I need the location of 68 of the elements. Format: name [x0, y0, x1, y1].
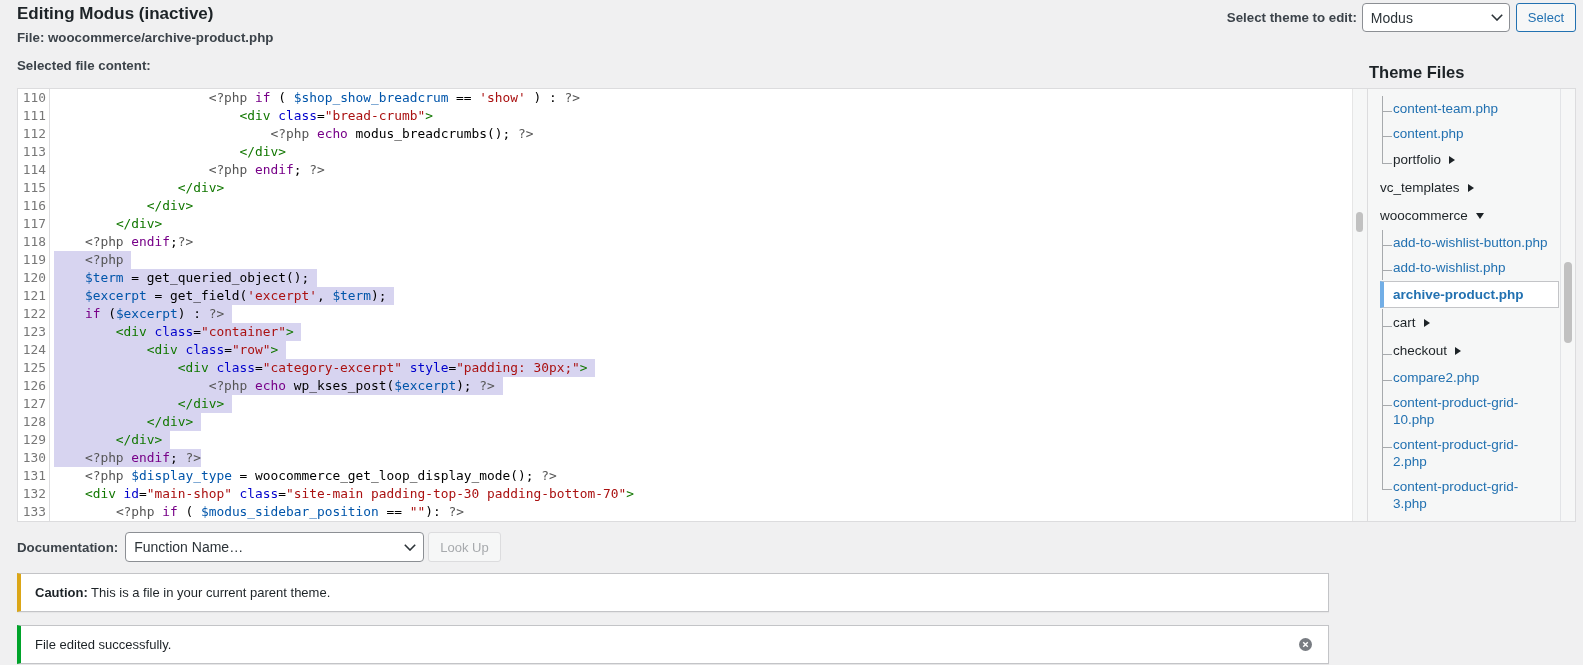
- line-number: 116: [22, 198, 46, 213]
- tree-folder[interactable]: cart: [1393, 314, 1430, 331]
- page-title: Editing Modus (inactive): [17, 4, 214, 24]
- file-path-label: File: woocommerce/archive-product.php: [17, 29, 274, 46]
- line-number: 133: [22, 504, 46, 519]
- code-line: <?php endif; ?>: [208, 161, 325, 179]
- file-link[interactable]: add-to-wishlist-button.php: [1393, 233, 1548, 251]
- line-number: 120: [22, 270, 46, 285]
- line-number: 127: [22, 396, 46, 411]
- code-line: </div>: [239, 143, 286, 161]
- code-line: <div class="bread-crumb">: [239, 107, 433, 125]
- line-number: 130: [22, 450, 46, 465]
- notice-text: Caution: This is a file in your current parent theme.: [35, 583, 331, 602]
- line-number: 129: [22, 432, 46, 447]
- file-link[interactable]: content.php: [1393, 124, 1464, 142]
- code-editor[interactable]: [17, 88, 1368, 522]
- tree-folder[interactable]: woocommerce: [1380, 207, 1484, 224]
- panel-heading: Theme Files: [1369, 62, 1465, 81]
- chevron-down-icon: [404, 543, 417, 551]
- file-link[interactable]: content-product-grid-3.php: [1393, 477, 1550, 512]
- tree-folder[interactable]: portfolio: [1393, 151, 1456, 168]
- line-number: 114: [22, 162, 46, 177]
- scrollbar-thumb[interactable]: [1563, 262, 1572, 343]
- field-label: Documentation:: [17, 539, 119, 555]
- line-number: 126: [22, 378, 46, 393]
- line-number: 119: [22, 252, 46, 267]
- notice-text: File edited successfully.: [35, 635, 172, 654]
- select-button[interactable]: Select: [1515, 3, 1576, 32]
- code-line: <?php if ( $shop_show_breadcrum == 'show' ) : ?>: [208, 89, 580, 107]
- code-line: <div id="main-shop" class="site-main padding-top-30 padding-bottom-70">: [84, 485, 634, 503]
- line-number: 110: [22, 90, 46, 105]
- code-line: <?php $display_type = woocommerce_get_loop_display_mode(); ?>: [84, 467, 557, 485]
- file-link[interactable]: add-to-wishlist.php: [1393, 258, 1506, 276]
- field-label: Select theme to edit:: [1226, 10, 1357, 25]
- line-number: 122: [22, 306, 46, 321]
- line-number: 132: [22, 486, 46, 501]
- code-line: </div>: [115, 215, 163, 233]
- function-select[interactable]: Function Name…: [125, 532, 425, 562]
- line-number: 125: [22, 360, 46, 375]
- section-label: Selected file content:: [17, 58, 151, 73]
- code-line: <?php echo modus_breadcrumbs(); ?>: [270, 125, 534, 143]
- file-link[interactable]: archive-product.php: [1380, 280, 1559, 308]
- file-link[interactable]: content-product-grid-10.php: [1393, 393, 1550, 428]
- line-number: 118: [22, 234, 46, 249]
- file-link[interactable]: content-product-grid-2.php: [1393, 435, 1550, 470]
- chevron-down-icon: [1490, 14, 1503, 21]
- close-icon[interactable]: [1299, 638, 1312, 651]
- line-number: 123: [22, 324, 46, 339]
- line-number: 121: [22, 288, 46, 303]
- tree-folder[interactable]: vc_templates: [1380, 179, 1474, 196]
- line-number: 113: [22, 144, 46, 159]
- line-number: 124: [22, 342, 46, 357]
- code-line: <?php endif;?>: [84, 233, 194, 251]
- line-number: 117: [22, 216, 46, 231]
- line-number: 111: [22, 108, 46, 123]
- scrollbar-thumb[interactable]: [1356, 212, 1363, 232]
- theme-select[interactable]: Modus: [1361, 3, 1510, 32]
- line-number: 112: [22, 126, 46, 141]
- line-number: 115: [22, 180, 46, 195]
- tree-folder[interactable]: checkout: [1393, 342, 1462, 359]
- file-link[interactable]: compare2.php: [1393, 368, 1480, 386]
- code-line: </div>: [177, 179, 225, 197]
- line-number: 131: [22, 468, 46, 483]
- code-line: <?php if ( $modus_sidebar_position == ""): ?>: [115, 503, 464, 521]
- scrollbar-track[interactable]: [1352, 89, 1367, 521]
- file-link[interactable]: content-team.php: [1393, 99, 1499, 117]
- code-line: </div>: [146, 197, 194, 215]
- line-number: 128: [22, 414, 46, 429]
